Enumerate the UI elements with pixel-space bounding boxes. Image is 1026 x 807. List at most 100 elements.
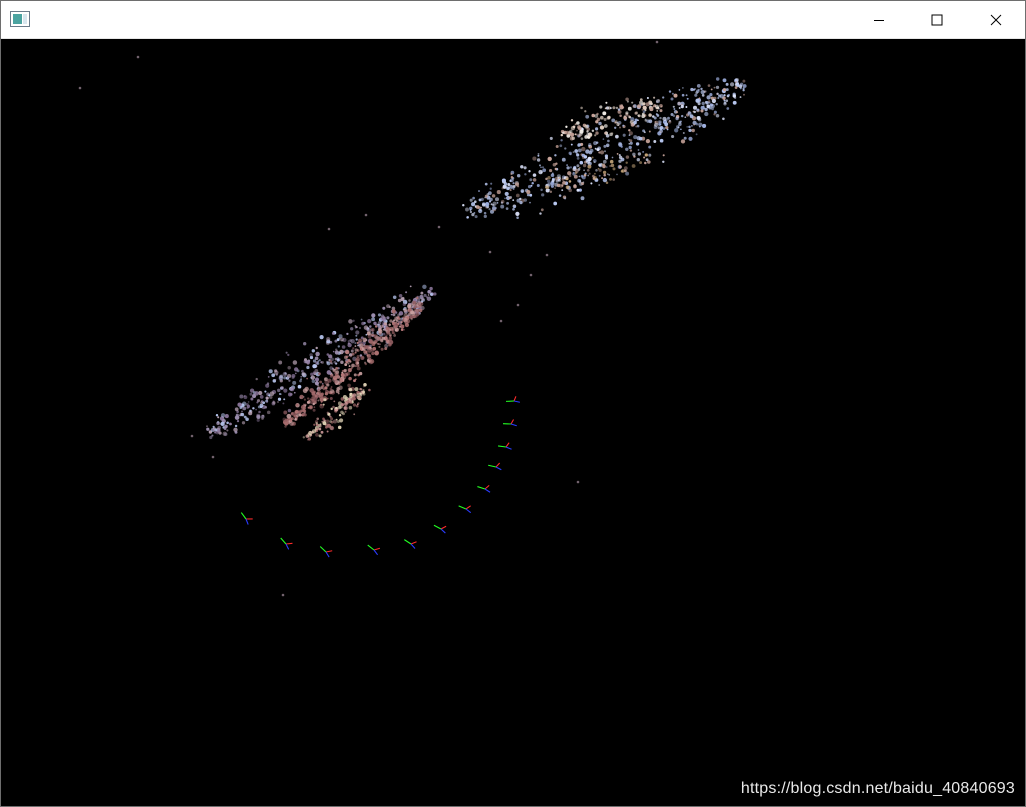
- point: [693, 110, 696, 114]
- point: [698, 122, 703, 127]
- point: [293, 391, 296, 394]
- point: [491, 206, 497, 211]
- point: [588, 132, 593, 137]
- point: [308, 399, 311, 402]
- point: [629, 149, 633, 152]
- point: [344, 402, 348, 406]
- point: [680, 114, 684, 118]
- point: [645, 102, 650, 107]
- point: [529, 273, 533, 277]
- point: [217, 416, 220, 419]
- point: [629, 119, 634, 124]
- point: [415, 308, 420, 313]
- point: [545, 253, 549, 257]
- point: [322, 403, 325, 406]
- point: [571, 136, 576, 141]
- point: [644, 119, 647, 122]
- point: [336, 338, 340, 342]
- maximize-button[interactable]: [908, 1, 966, 38]
- point: [380, 347, 384, 351]
- point: [573, 165, 577, 169]
- point: [239, 406, 243, 409]
- point: [577, 148, 582, 153]
- point: [371, 331, 374, 334]
- point: [578, 166, 581, 169]
- point: [300, 410, 303, 413]
- point: [554, 176, 559, 181]
- point: [683, 136, 687, 140]
- point: [722, 117, 725, 121]
- point: [353, 373, 357, 377]
- point: [576, 480, 580, 484]
- point: [423, 293, 427, 297]
- point: [578, 175, 581, 178]
- point: [389, 340, 393, 344]
- point: [618, 141, 622, 146]
- point: [313, 423, 316, 426]
- point: [282, 402, 285, 405]
- title-bar[interactable]: [1, 1, 1025, 39]
- point: [364, 362, 368, 366]
- point: [485, 202, 490, 207]
- point: [681, 93, 685, 97]
- point: [722, 88, 727, 92]
- point: [536, 184, 540, 187]
- point: [576, 121, 580, 125]
- point: [287, 365, 291, 370]
- point: [635, 111, 638, 115]
- point: [584, 124, 589, 129]
- point: [614, 126, 617, 129]
- point: [319, 423, 322, 425]
- close-button[interactable]: [967, 1, 1025, 38]
- point: [732, 100, 737, 105]
- point: [591, 174, 595, 178]
- point: [344, 363, 348, 367]
- point: [523, 166, 527, 170]
- point: [480, 206, 482, 209]
- point: [516, 216, 519, 219]
- point: [256, 401, 259, 404]
- point: [688, 136, 693, 141]
- point: [577, 143, 582, 147]
- point: [554, 154, 557, 157]
- point: [575, 133, 578, 136]
- point: [374, 339, 378, 343]
- point: [357, 402, 360, 405]
- point: [325, 419, 330, 423]
- point: [264, 390, 267, 393]
- point: [554, 187, 556, 189]
- point: [264, 405, 268, 409]
- point: [307, 397, 310, 400]
- point: [659, 138, 664, 143]
- point: [617, 110, 621, 114]
- point: [234, 430, 238, 434]
- point: [418, 304, 422, 308]
- point: [725, 82, 729, 86]
- point: [696, 89, 700, 93]
- point: [582, 181, 585, 183]
- point: [403, 308, 408, 313]
- point: [688, 128, 692, 133]
- point: [579, 160, 584, 165]
- point: [343, 406, 347, 410]
- point: [593, 161, 596, 163]
- point: [234, 407, 239, 412]
- point: [348, 319, 353, 324]
- point: [572, 125, 576, 129]
- point: [554, 167, 557, 171]
- point: [304, 360, 308, 364]
- point: [672, 105, 675, 108]
- point: [390, 313, 393, 316]
- point: [682, 132, 685, 134]
- camera-pose-axes: [488, 462, 502, 471]
- point: [602, 138, 605, 140]
- minimize-button[interactable]: [850, 1, 908, 38]
- point: [342, 395, 347, 399]
- point: [312, 359, 317, 363]
- point: [292, 360, 298, 365]
- point: [340, 360, 344, 364]
- point-cloud-viewport[interactable]: https://blog.csdn.net/baidu_40840693: [1, 39, 1025, 806]
- point: [475, 205, 480, 209]
- point: [587, 174, 590, 177]
- point-cloud-scene[interactable]: [1, 39, 1025, 806]
